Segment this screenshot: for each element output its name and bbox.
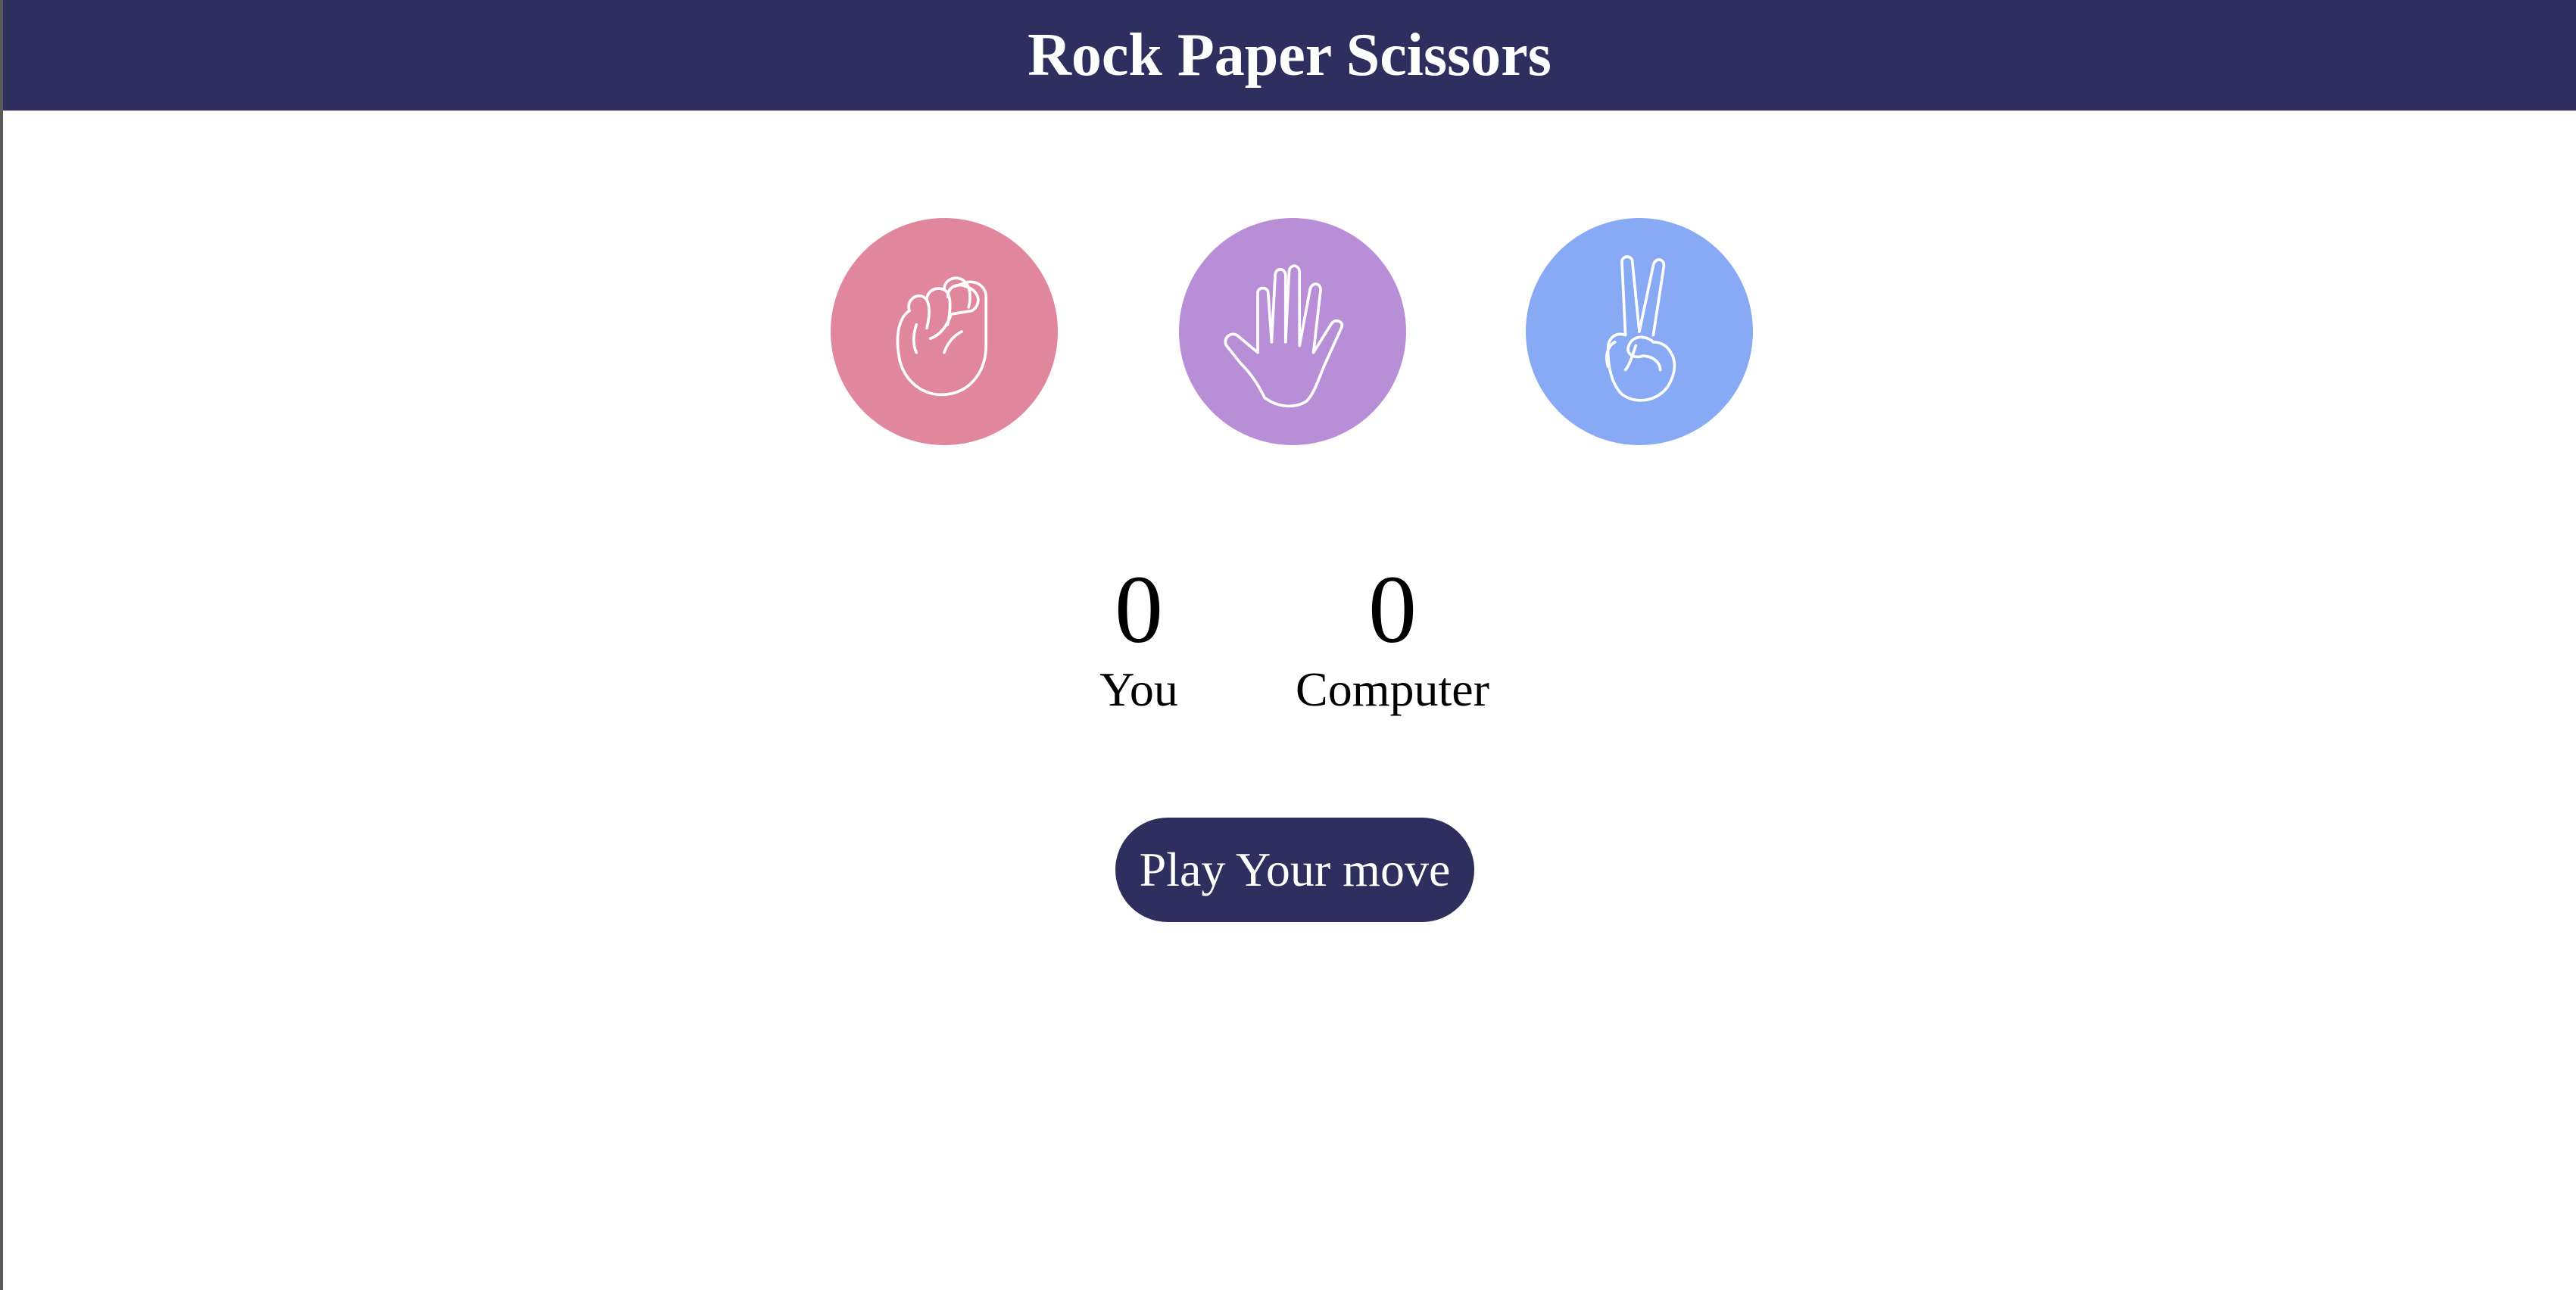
paper-hand-icon	[1224, 264, 1344, 408]
player-score-value: 0	[1115, 556, 1163, 663]
paper-choice-button[interactable]	[1179, 218, 1406, 445]
page-title: Rock Paper Scissors	[1028, 21, 1552, 89]
scissors-choice-button[interactable]	[1526, 218, 1753, 445]
app-header: Rock Paper Scissors	[3, 0, 2576, 111]
play-your-move-button[interactable]: Play Your move	[1115, 818, 1474, 922]
choice-row	[3, 218, 2576, 445]
player-score-label: You	[1099, 662, 1178, 716]
rock-fist-icon	[896, 276, 988, 397]
computer-score-label: Computer	[1296, 662, 1489, 716]
player-score: 0 You	[1086, 560, 1192, 716]
computer-score-value: 0	[1368, 556, 1417, 663]
scissors-peace-hand-icon	[1605, 255, 1676, 402]
rock-choice-button[interactable]	[831, 218, 1058, 445]
computer-score: 0 Computer	[1290, 560, 1495, 716]
